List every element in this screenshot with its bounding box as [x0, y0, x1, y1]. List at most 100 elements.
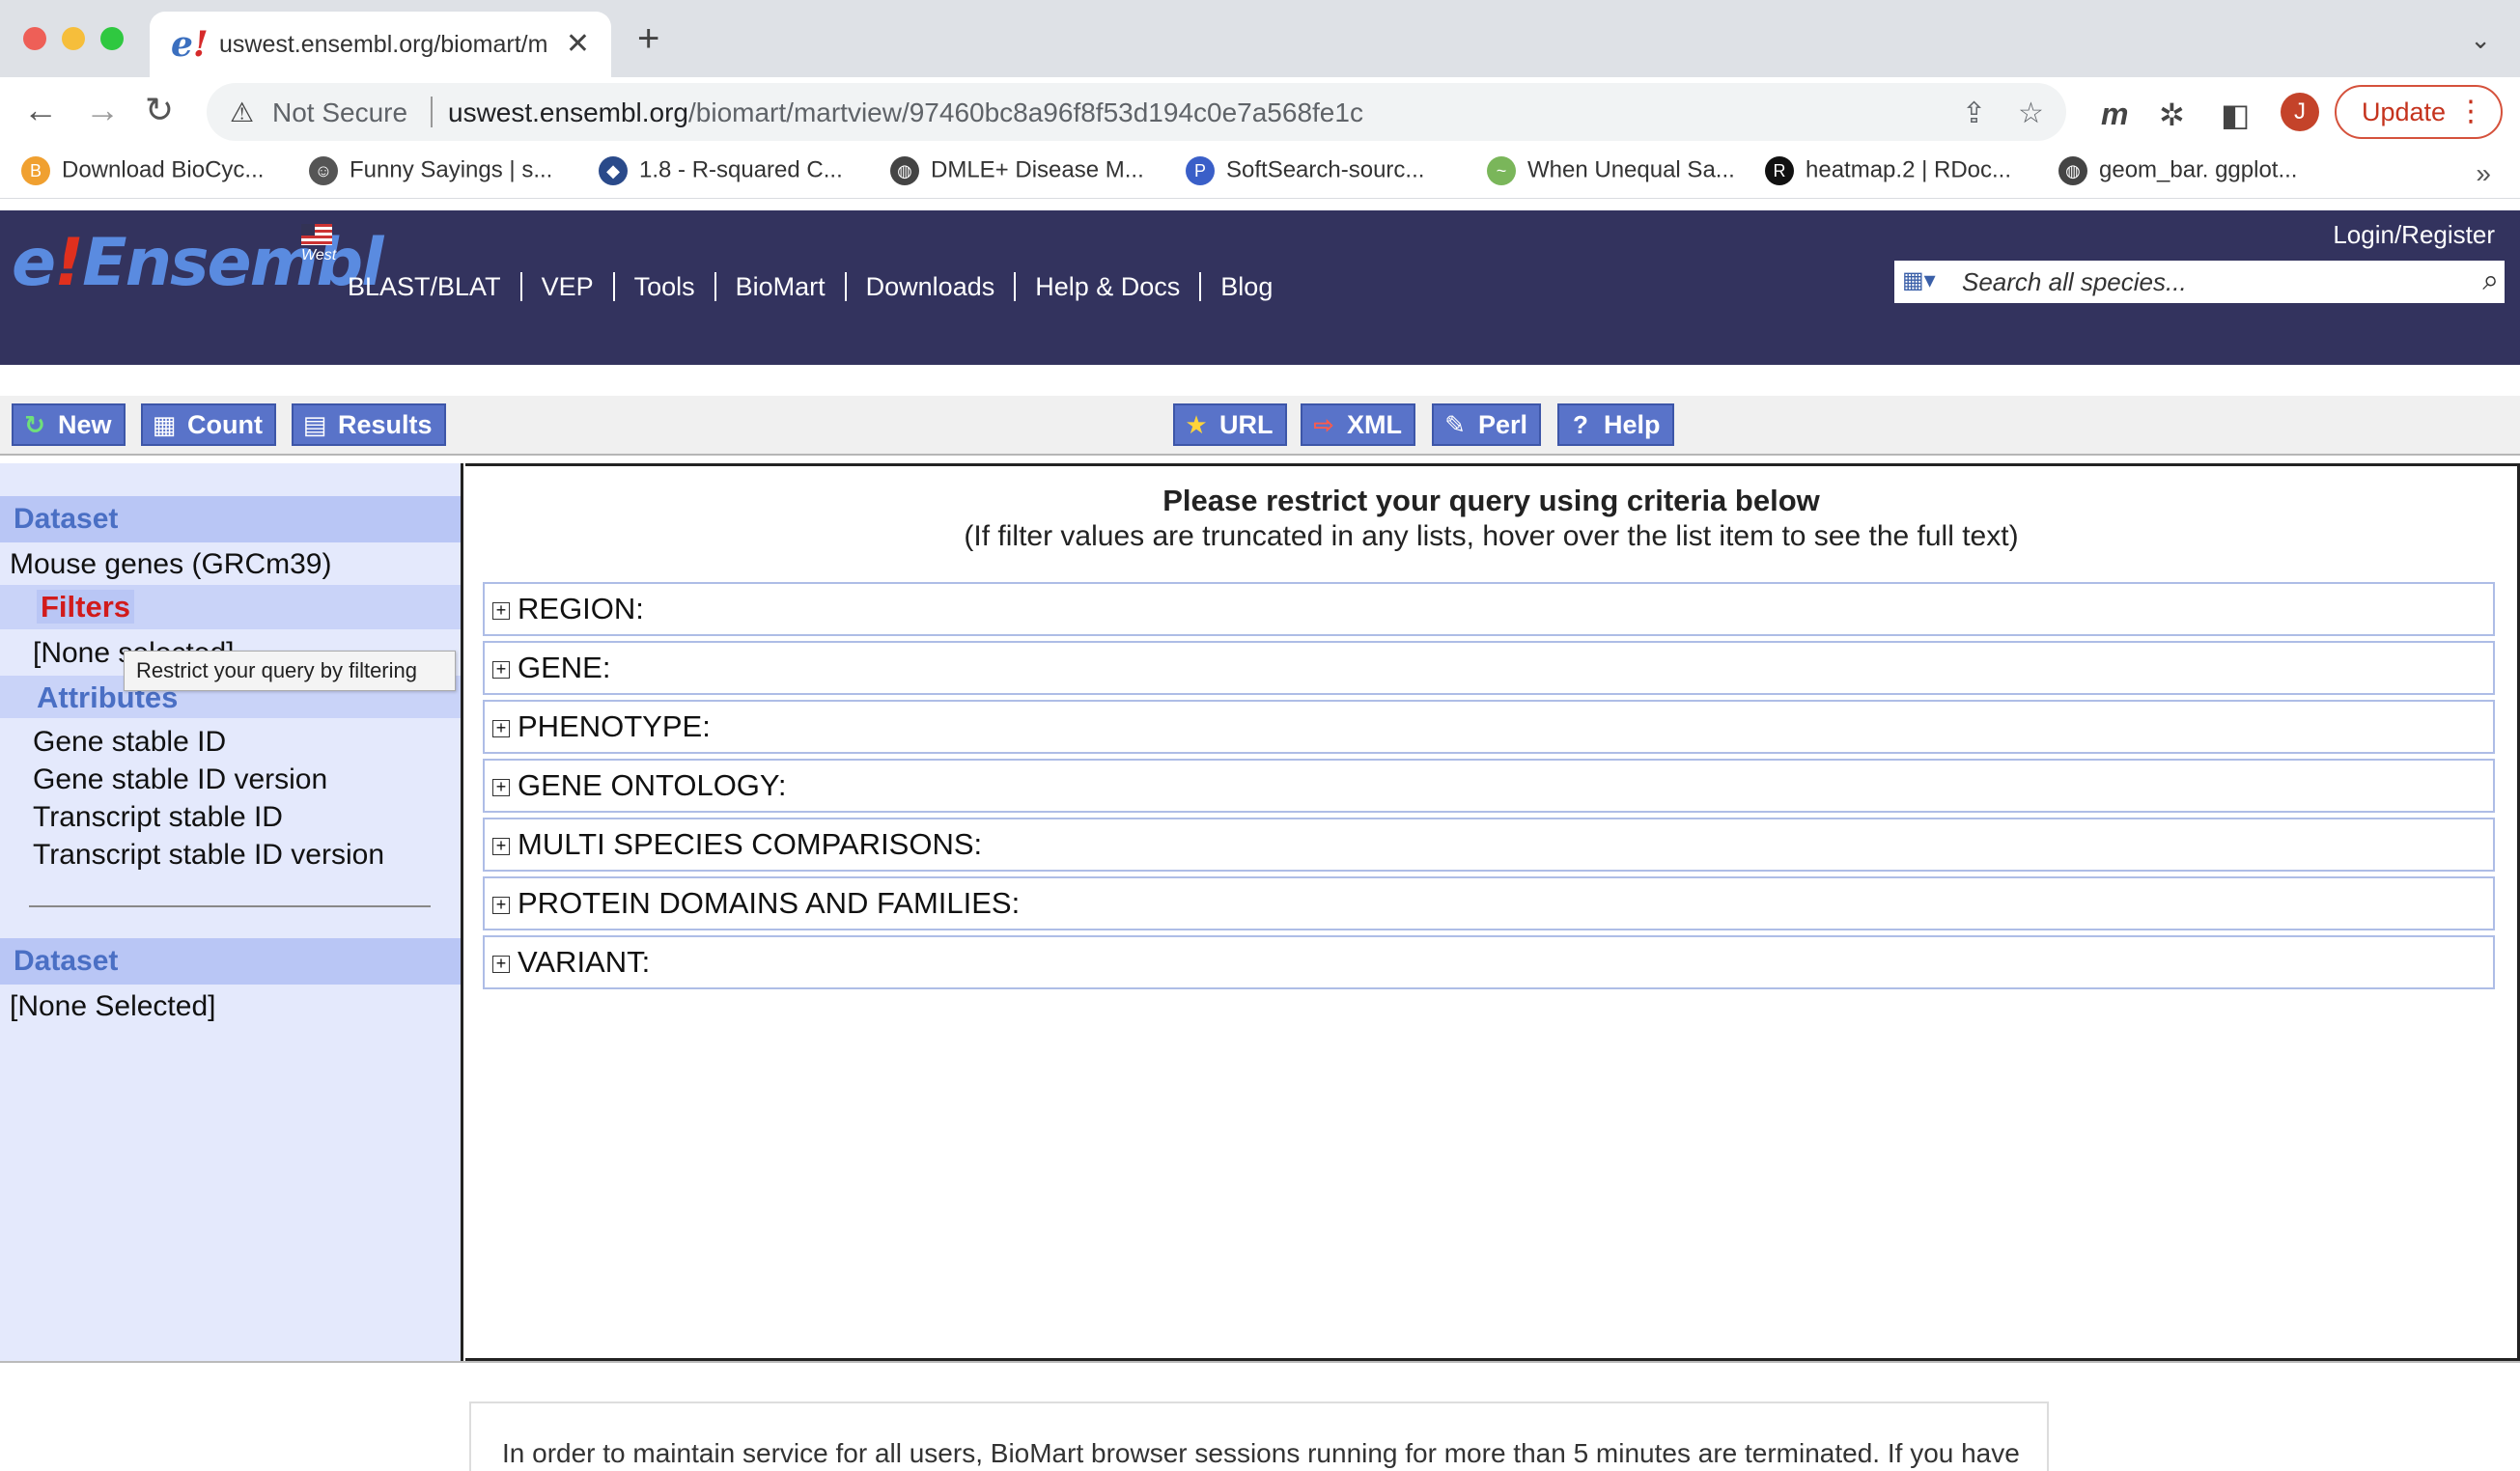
filter-section-gene[interactable]: + GENE: [483, 641, 2495, 695]
bookmark-favicon-icon: R [1765, 156, 1794, 185]
attribute-item: Transcript stable ID version [33, 839, 385, 871]
extension-m-icon[interactable]: m [2101, 97, 2128, 132]
expand-plus-icon[interactable]: + [492, 778, 510, 796]
forward-icon[interactable]: → [85, 91, 120, 129]
tab-title: uswest.ensembl.org/biomart/m [219, 31, 547, 58]
ensembl-nav: BLAST/BLAT VEP Tools BioMart Downloads Help &… [348, 272, 1292, 302]
filter-section-variant[interactable]: + VARIANT: [483, 935, 2495, 989]
us-flag-icon [301, 224, 332, 245]
expand-plus-icon[interactable]: + [492, 660, 510, 679]
new-tab-icon[interactable]: + [637, 19, 659, 58]
filter-section-label: REGION: [518, 592, 644, 625]
nav-downloads[interactable]: Downloads [846, 272, 1017, 301]
new-button[interactable]: ↻ New [12, 403, 126, 446]
nav-blast[interactable]: BLAST/BLAT [348, 272, 522, 301]
filter-tooltip: Restrict your query by filtering [124, 651, 456, 691]
reload-icon[interactable]: ↻ [145, 91, 174, 129]
zoom-window-button[interactable] [100, 27, 124, 50]
attribute-item: Gene stable ID [33, 726, 227, 758]
xml-icon: ⇨ [1313, 410, 1334, 439]
login-register-link[interactable]: Login/Register [2333, 220, 2495, 250]
help-button[interactable]: ? Help [1557, 403, 1674, 446]
filters-heading[interactable]: Filters [0, 585, 461, 629]
sidebar: Dataset Mouse genes (GRCm39) Filters [No… [0, 463, 463, 1361]
nav-vep[interactable]: VEP [521, 272, 615, 301]
nav-blog[interactable]: Blog [1201, 272, 1292, 301]
filter-section-region[interactable]: + REGION: [483, 582, 2495, 636]
help-icon: ? [1573, 410, 1588, 439]
bookmark-label: SoftSearch-sourc... [1226, 156, 1425, 183]
dataset2-value[interactable]: [None Selected] [10, 990, 215, 1023]
help-label: Help [1604, 410, 1661, 439]
minimize-window-button[interactable] [62, 27, 85, 50]
tab-list-chevron-icon[interactable]: ⌄ [2470, 25, 2491, 55]
perl-label: Perl [1478, 410, 1528, 439]
filter-section-phenotype[interactable]: + PHENOTYPE: [483, 700, 2495, 754]
bookmark-favicon-icon: ◍ [890, 156, 919, 185]
expand-plus-icon[interactable]: + [492, 601, 510, 620]
bookmark-item[interactable]: P SoftSearch-sourc... [1186, 156, 1424, 185]
results-button[interactable]: ▤ Results [292, 403, 446, 446]
xml-button[interactable]: ⇨ XML [1301, 403, 1415, 446]
url-button[interactable]: ★ URL [1173, 403, 1287, 446]
nav-biomart[interactable]: BioMart [715, 272, 847, 301]
update-button[interactable]: Update ⋮ [2335, 85, 2503, 139]
sidebar-divider [29, 905, 431, 907]
filter-section-multi-species[interactable]: + MULTI SPECIES COMPARISONS: [483, 818, 2495, 872]
profile-avatar[interactable]: J [2281, 93, 2319, 131]
bookmark-item[interactable]: ◍ DMLE+ Disease M... [890, 156, 1144, 185]
side-panel-icon[interactable]: ◧ [2221, 97, 2250, 133]
more-bookmarks-icon[interactable]: » [2476, 158, 2491, 189]
filter-section-label: PROTEIN DOMAINS AND FAMILIES: [518, 886, 1021, 920]
search-input[interactable] [1962, 261, 2445, 303]
close-window-button[interactable] [23, 27, 46, 50]
more-menu-icon[interactable]: ⋮ [2456, 87, 2485, 137]
browser-toolbar: ← → ↻ ⚠ Not Secure uswest.ensembl.org/bi… [0, 77, 2520, 147]
logo-subtitle: West [301, 247, 337, 264]
url-path: /biomart/martview/97460bc8a96f8f53d194c0… [688, 97, 1363, 127]
expand-plus-icon[interactable]: + [492, 896, 510, 914]
address-bar[interactable]: ⚠ Not Secure uswest.ensembl.org/biomart/… [207, 83, 2066, 141]
bookmark-item[interactable]: ◍ geom_bar. ggplot... [2058, 156, 2297, 185]
nav-tools[interactable]: Tools [614, 272, 716, 301]
back-icon[interactable]: ← [23, 91, 58, 129]
url-host: uswest.ensembl.org [448, 97, 689, 127]
footer-divider [0, 1361, 2520, 1363]
panel-title: Please restrict your query using criteri… [1162, 484, 1820, 517]
close-tab-icon[interactable]: ✕ [566, 27, 590, 61]
count-label: Count [187, 410, 263, 439]
script-icon: ✎ [1444, 410, 1466, 439]
perl-button[interactable]: ✎ Perl [1432, 403, 1542, 446]
bookmark-item[interactable]: ◆ 1.8 - R-squared C... [599, 156, 843, 185]
session-notice: In order to maintain service for all use… [469, 1402, 2049, 1471]
extensions-puzzle-icon[interactable]: ✲ [2159, 97, 2185, 133]
expand-plus-icon[interactable]: + [492, 837, 510, 855]
bookmark-item[interactable]: ☺ Funny Sayings | s... [309, 156, 552, 185]
search-icon[interactable]: ⌕ [2482, 264, 2499, 297]
active-tab[interactable]: e! uswest.ensembl.org/biomart/m ✕ [150, 12, 611, 77]
filter-section-label: GENE ONTOLOGY: [518, 768, 787, 802]
expand-plus-icon[interactable]: + [492, 719, 510, 737]
filter-section-protein-domains[interactable]: + PROTEIN DOMAINS AND FAMILIES: [483, 876, 2495, 930]
bookmark-item[interactable]: B Download BioCyc... [21, 156, 264, 185]
species-search: ▦▾ ⌕ [1894, 261, 2505, 303]
share-icon[interactable]: ⇪ [1962, 97, 1986, 130]
filters-label[interactable]: Filters [37, 590, 135, 624]
dataset-heading[interactable]: Dataset [0, 496, 461, 542]
filter-section-gene-ontology[interactable]: + GENE ONTOLOGY: [483, 759, 2495, 813]
filter-panel: Please restrict your query using criteri… [465, 463, 2520, 1361]
species-selector-icon[interactable]: ▦▾ [1902, 266, 1936, 294]
xml-label: XML [1347, 410, 1402, 439]
count-button[interactable]: ▦ Count [141, 403, 276, 446]
filter-section-label: VARIANT: [518, 945, 651, 979]
expand-plus-icon[interactable]: + [492, 955, 510, 973]
url-text[interactable]: uswest.ensembl.org/biomart/martview/9746… [448, 97, 1363, 128]
security-label[interactable]: Not Secure [272, 97, 407, 128]
nav-help-docs[interactable]: Help & Docs [1016, 272, 1202, 301]
bookmark-star-icon[interactable]: ☆ [2018, 97, 2044, 130]
bookmark-item[interactable]: ~ When Unequal Sa... [1487, 156, 1735, 185]
dataset-value[interactable]: Mouse genes (GRCm39) [10, 548, 331, 581]
dataset2-heading[interactable]: Dataset [0, 938, 461, 985]
bookmark-item[interactable]: Rheatmap.2 | RDoc... [1765, 156, 2011, 185]
warning-icon[interactable]: ⚠ [230, 97, 254, 128]
